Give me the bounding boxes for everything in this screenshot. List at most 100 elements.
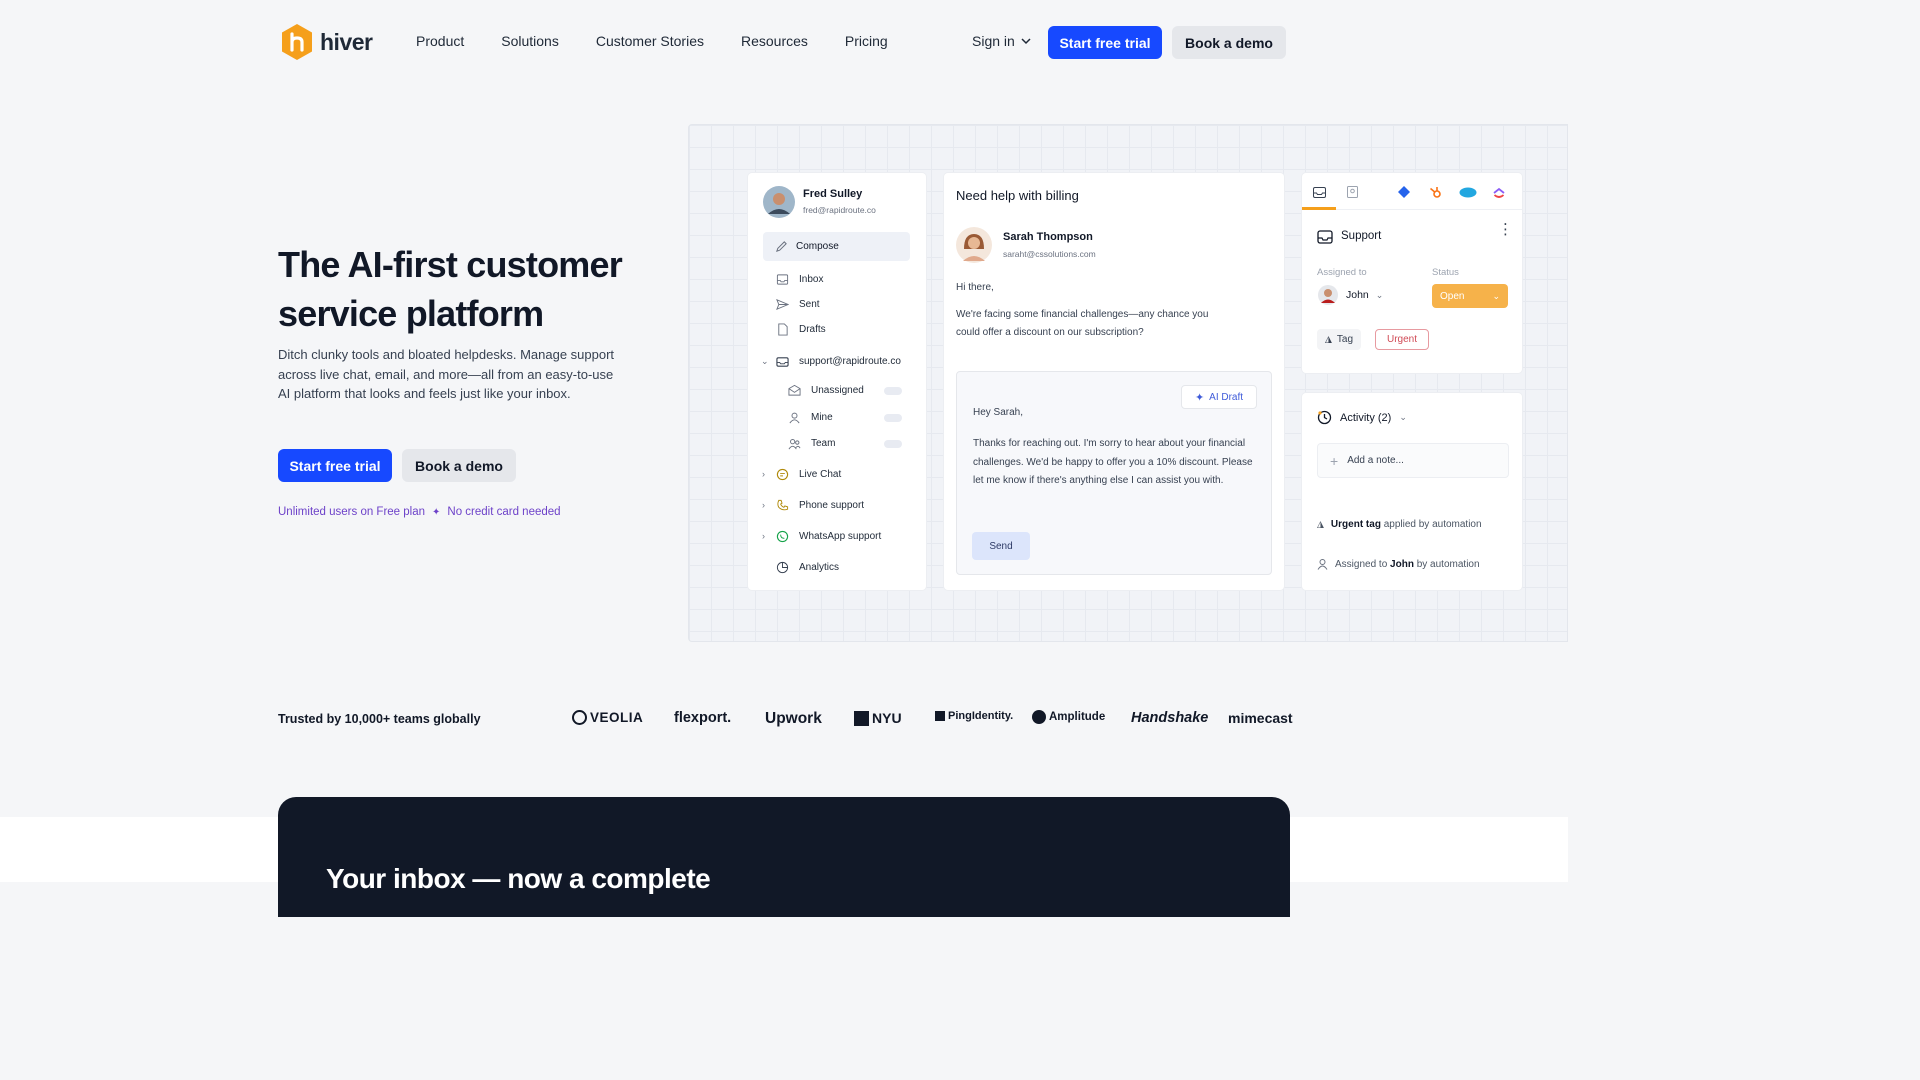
sidebar-inbox-label: Inbox xyxy=(799,274,824,285)
sidebar-sent-label: Sent xyxy=(799,299,820,310)
clickup-icon[interactable] xyxy=(1493,185,1505,198)
jira-icon[interactable] xyxy=(1398,186,1410,198)
tag-icon: ◮ xyxy=(1325,334,1332,344)
urgent-tag[interactable]: Urgent xyxy=(1375,329,1429,350)
ping-mark-icon xyxy=(935,711,945,721)
assigned-label: Assigned to xyxy=(1317,267,1367,278)
more-vertical-icon[interactable]: ⋮ xyxy=(1498,222,1513,237)
activity-bold: Urgent tag xyxy=(1330,519,1381,530)
sidebar-item-live-chat[interactable]: Live Chat xyxy=(776,468,841,481)
status-label: Status xyxy=(1432,267,1459,278)
hero-note-free: Unlimited users on Free plan xyxy=(278,506,426,518)
history-icon xyxy=(1317,410,1332,425)
nyu-logo: NYU xyxy=(854,710,902,726)
sidebar-drafts-label: Drafts xyxy=(799,324,826,335)
sidebar-item-drafts[interactable]: Drafts xyxy=(776,323,826,336)
contact-tab-icon[interactable] xyxy=(1347,186,1358,198)
feature-section: Your inbox — now a complete xyxy=(278,797,1290,917)
nav-book-demo-button[interactable]: Book a demo xyxy=(1172,26,1286,59)
sidebar-item-shared-inbox[interactable]: support@rapidroute.co xyxy=(776,355,901,368)
support-inbox-name: Support xyxy=(1341,230,1382,242)
sidebar-item-unassigned[interactable]: Unassigned xyxy=(788,384,864,397)
veolia-logo: VEOLIA xyxy=(572,710,643,725)
signin-dropdown[interactable]: Sign in xyxy=(972,33,1031,49)
team-label: Team xyxy=(811,438,836,449)
activity-text: by automation xyxy=(1416,558,1480,570)
hubspot-icon[interactable] xyxy=(1429,185,1442,199)
chevron-right-icon[interactable]: › xyxy=(762,469,765,479)
sidebar-item-whatsapp[interactable]: WhatsApp support xyxy=(776,530,881,543)
inbox-tab-icon[interactable] xyxy=(1313,187,1326,198)
envelope-icon xyxy=(788,384,801,396)
shared-inbox-label: support@rapidroute.co xyxy=(799,356,901,367)
sidebar-item-phone[interactable]: Phone support xyxy=(776,499,864,512)
nav-customer-stories[interactable]: Customer Stories xyxy=(596,33,704,49)
activity-text: applied by automation xyxy=(1383,519,1482,530)
nav-product[interactable]: Product xyxy=(416,33,464,49)
amplitude-mark-icon xyxy=(1032,710,1046,724)
add-note-input[interactable]: + Add a note... xyxy=(1317,443,1509,478)
shared-inbox-icon xyxy=(776,357,789,367)
activity-bold: John xyxy=(1390,558,1414,570)
nyu-wordmark: NYU xyxy=(872,710,902,726)
chevron-right-icon[interactable]: › xyxy=(762,531,765,541)
hiver-logo[interactable]: hiver xyxy=(280,23,373,61)
chevron-right-icon[interactable]: › xyxy=(762,500,765,510)
reply-draft[interactable]: ✦ AI Draft Hey Sarah, Thanks for reachin… xyxy=(956,371,1272,575)
analytics-label: Analytics xyxy=(799,562,840,573)
nyu-torch-icon xyxy=(854,710,869,726)
nav-resources[interactable]: Resources xyxy=(741,33,808,49)
sidebar-item-inbox[interactable]: Inbox xyxy=(776,273,823,286)
status-value: Open xyxy=(1440,290,1465,302)
sender-name: Sarah Thompson xyxy=(1003,231,1093,243)
nav-solutions[interactable]: Solutions xyxy=(501,33,559,49)
trusted-label: Trusted by 10,000+ teams globally xyxy=(278,712,481,726)
sidebar-item-analytics[interactable]: Analytics xyxy=(776,561,839,574)
pencil-icon xyxy=(776,241,787,252)
reply-body: Thanks for reaching out. I'm sorry to he… xyxy=(973,438,1253,486)
assignee-dropdown[interactable]: John ⌄ xyxy=(1346,289,1383,301)
salesforce-icon[interactable] xyxy=(1459,186,1477,198)
ai-draft-label: AI Draft xyxy=(1209,391,1244,403)
veolia-wordmark: VEOLIA xyxy=(590,710,644,725)
hero-title: The AI-first customer service platform xyxy=(278,244,623,334)
hero-start-trial-button[interactable]: Start free trial xyxy=(278,449,392,482)
sidebar-item-mine[interactable]: Mine xyxy=(788,411,833,424)
sidebar-item-sent[interactable]: Sent xyxy=(776,298,820,311)
mock-details-panel: Support ⋮ Assigned to Status John ⌄ Open… xyxy=(1302,173,1522,373)
signin-label: Sign in xyxy=(972,33,1015,49)
nav-start-trial-button[interactable]: Start free trial xyxy=(1048,26,1162,59)
hero-note-card: No credit card needed xyxy=(447,506,561,518)
sender-avatar xyxy=(956,227,992,263)
hero-book-demo-button[interactable]: Book a demo xyxy=(402,449,516,482)
nav-pricing[interactable]: Pricing xyxy=(845,33,888,49)
unassigned-label: Unassigned xyxy=(811,385,864,396)
count-pill xyxy=(884,414,902,422)
chevron-down-icon[interactable]: ⌄ xyxy=(761,356,769,367)
compose-button[interactable]: Compose xyxy=(763,232,910,261)
pingidentity-wordmark: PingIdentity. xyxy=(948,710,1014,722)
veolia-mark-icon xyxy=(572,710,587,725)
phone-icon xyxy=(777,499,789,511)
pingidentity-logo: PingIdentity. xyxy=(935,710,1013,722)
email-body: We're facing some financial challenges—a… xyxy=(956,309,1209,338)
flexport-logo: flexport. xyxy=(674,710,732,726)
avatar xyxy=(763,186,795,218)
activity-toggle[interactable]: Activity (2) ⌄ xyxy=(1317,410,1407,425)
assignee-name: John xyxy=(1346,289,1369,301)
send-button[interactable]: Send xyxy=(972,532,1030,560)
chevron-down-icon: ⌄ xyxy=(1399,412,1407,422)
tag-button[interactable]: ◮ Tag xyxy=(1317,329,1362,350)
whatsapp-label: WhatsApp support xyxy=(799,531,882,542)
ai-draft-button[interactable]: ✦ AI Draft xyxy=(1181,385,1257,409)
reply-greeting: Hey Sarah, xyxy=(973,407,1024,418)
sidebar-item-team[interactable]: Team xyxy=(788,437,835,450)
status-dropdown[interactable]: Open ⌄ xyxy=(1432,284,1508,308)
sparkle-icon: ✦ xyxy=(1194,391,1205,404)
activity-label: Activity (2) xyxy=(1340,411,1392,424)
mock-email-panel: Need help with billing Sarah Thompson sa… xyxy=(944,173,1284,590)
hero-note: Unlimited users on Free plan ✦ No credit… xyxy=(278,506,561,518)
activity-item: ◮ Urgent tag applied by automation xyxy=(1317,519,1482,530)
send-icon xyxy=(776,299,789,310)
hero-subtitle: Ditch clunky tools and bloated helpdesks… xyxy=(278,347,615,401)
